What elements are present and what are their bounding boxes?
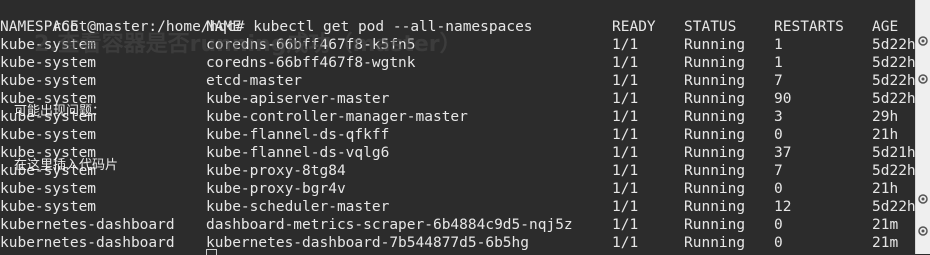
table-row: kube-system kube-flannel-ds-vqlg6 1/1 Runni… [0, 144, 916, 162]
cell-ready: 1/1 [612, 181, 639, 197]
cell-restarts: 7 [774, 163, 783, 179]
cell-status: Running [684, 73, 746, 89]
cell-restarts: 7 [774, 73, 783, 89]
table-row: kube-system kube-flannel-ds-qfkff 1/1 Runni… [0, 126, 916, 144]
cell-restarts: 0 [774, 127, 783, 143]
cell-ready: 1/1 [612, 163, 639, 179]
cell-age: 5d22h [872, 91, 916, 107]
cell-name: kubernetes-dashboard-7b544877d5-6b5hg [206, 235, 530, 251]
cell-status: Running [684, 145, 746, 161]
terminal-cursor [206, 249, 217, 255]
cell-restarts: 90 [774, 91, 792, 107]
cell-age: 21m [872, 235, 899, 251]
cell-namespace: kube-system [0, 199, 97, 215]
cell-age: 5d22h [872, 73, 916, 89]
cell-name: etcd-master [206, 73, 303, 89]
cell-age: 21h [872, 127, 899, 143]
cell-restarts: 1 [774, 37, 783, 53]
gear-icon[interactable] [917, 222, 929, 236]
cell-namespace: kube-system [0, 73, 97, 89]
cell-age: 5d22h [872, 37, 916, 53]
cell-age: 5d21h [872, 145, 916, 161]
cell-name: kube-apiserver-master [206, 91, 390, 107]
gear-icon[interactable] [917, 32, 929, 46]
cell-restarts: 0 [774, 235, 783, 251]
cell-name: kube-controller-manager-master [206, 109, 468, 125]
cell-status: Running [684, 217, 746, 233]
cell-age: 5d22h [872, 199, 916, 215]
cell-status: Running [684, 181, 746, 197]
cell-restarts: 37 [774, 145, 792, 161]
table-row: kubernetes-dashboard dashboard-metrics-sc… [0, 216, 916, 234]
table-row: kube-system etcd-master 1/1 Running 7 5d22h [0, 72, 916, 90]
cell-ready: 1/1 [612, 199, 639, 215]
cell-name: kube-flannel-ds-qfkff [206, 127, 390, 143]
cell-name: dashboard-metrics-scraper-6b4884c9d5-nqj… [206, 217, 573, 233]
cell-namespace: kube-system [0, 181, 97, 197]
cell-ready: 1/1 [612, 109, 639, 125]
header-restarts: RESTARTS [774, 19, 844, 35]
cell-restarts: 12 [774, 199, 792, 215]
cell-ready: 1/1 [612, 127, 639, 143]
cell-namespace: kubernetes-dashboard [0, 217, 175, 233]
header-ready: READY [612, 19, 656, 35]
cell-ready: 1/1 [612, 145, 639, 161]
cell-status: Running [684, 235, 746, 251]
cell-name: kube-scheduler-master [206, 199, 390, 215]
gear-icon[interactable] [917, 70, 929, 84]
cell-age: 29h [872, 109, 899, 125]
cell-ready: 1/1 [612, 73, 639, 89]
table-row: kube-system kube-controller-manager-maste… [0, 108, 916, 126]
cell-age: 5d22h [872, 163, 916, 179]
cell-ready: 1/1 [612, 91, 639, 107]
cell-namespace: kubernetes-dashboard [0, 235, 175, 251]
cell-age: 21m [872, 217, 899, 233]
cell-ready: 1/1 [612, 37, 639, 53]
cell-status: Running [684, 109, 746, 125]
table-row: kube-system kube-apiserver-master 1/1 Runni… [0, 90, 916, 108]
cell-ready: 1/1 [612, 235, 639, 251]
cell-namespace: kube-system [0, 127, 97, 143]
cell-name: kube-flannel-ds-vqlg6 [206, 145, 390, 161]
side-toolbar [915, 0, 930, 254]
gear-icon[interactable] [917, 190, 929, 204]
code-placeholder[interactable]: 在这里插入代码片 [14, 154, 118, 173]
cell-ready: 1/1 [612, 55, 639, 71]
cell-status: Running [684, 91, 746, 107]
cell-restarts: 3 [774, 109, 783, 125]
table-row: kube-system kube-proxy-8tg84 1/1 Running 7 5d… [0, 162, 916, 180]
cell-status: Running [684, 163, 746, 179]
cell-age: 21h [872, 181, 899, 197]
cell-status: Running [684, 37, 746, 53]
page-heading: 2.查看容器是否running成功（master） [34, 32, 462, 57]
cell-status: Running [684, 199, 746, 215]
table-row: kube-system kube-scheduler-master 1/1 Runni… [0, 198, 916, 216]
cell-name: kube-proxy-8tg84 [206, 163, 346, 179]
table-row: kubernetes-dashboard kubernetes-dashboard… [0, 234, 916, 252]
question-label: 可能出现问题： [14, 104, 106, 119]
cell-restarts: 0 [774, 181, 783, 197]
cell-ready: 1/1 [612, 217, 639, 233]
header-status: STATUS [684, 19, 737, 35]
command-line: root@master:/home/hqc# kubectl get pod -… [0, 0, 532, 35]
cell-age: 5d22h [872, 55, 916, 71]
header-age: AGE [872, 19, 899, 35]
cell-name: kube-proxy-bgr4v [206, 181, 346, 197]
cell-status: Running [684, 127, 746, 143]
cell-status: Running [684, 55, 746, 71]
cell-restarts: 1 [774, 55, 783, 71]
table-row: kube-system kube-proxy-bgr4v 1/1 Running 0 21… [0, 180, 916, 198]
cell-restarts: 0 [774, 217, 783, 233]
